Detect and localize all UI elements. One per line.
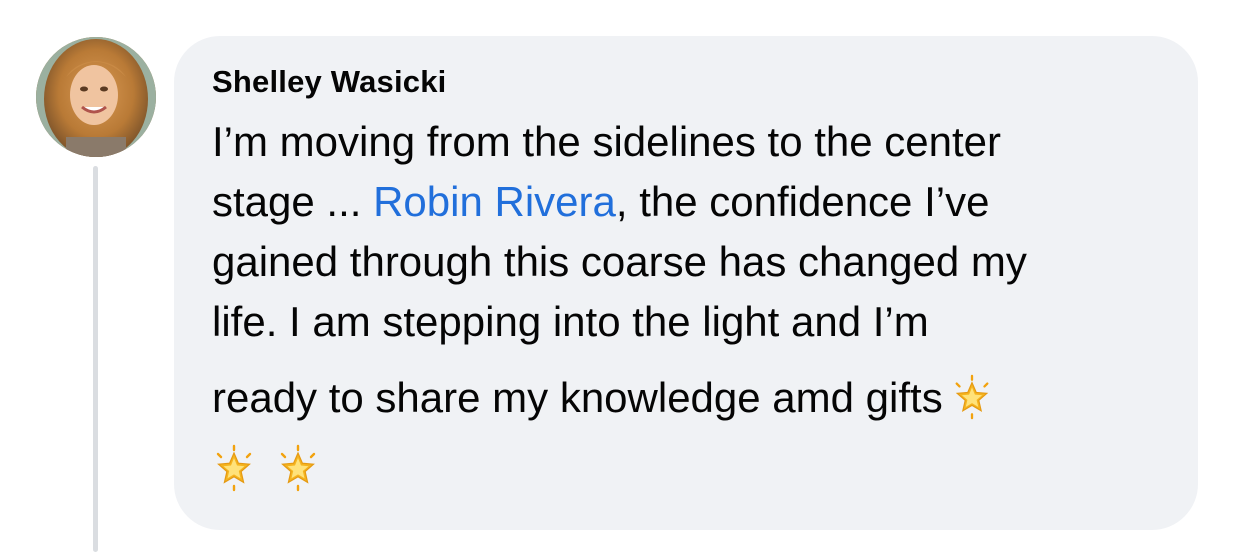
comment-text-segment: stage ... [212, 178, 374, 225]
profile-photo-icon [36, 37, 156, 157]
mention-link[interactable]: Robin Rivera [373, 178, 616, 225]
comment-text: I’m moving from the sidelines to the cen… [212, 112, 1182, 428]
glowing-star-icon [216, 444, 252, 492]
emoji-row [210, 444, 338, 492]
reply-thread-line [93, 166, 98, 552]
comment-line: gained through this coarse has changed m… [212, 238, 1027, 285]
comment-line: life. I am stepping into the light and I… [212, 298, 929, 345]
comment-line: I’m moving from the sidelines to the cen… [212, 118, 1002, 165]
glowing-star-icon [280, 444, 316, 492]
comment-line: stage ... Robin Rivera, the confidence I… [212, 172, 1182, 232]
comment-text-segment: , the confidence I’ve [615, 178, 990, 225]
comment-author-name[interactable]: Shelley Wasicki [212, 64, 446, 100]
glowing-star-icon [955, 374, 989, 420]
author-avatar[interactable] [36, 37, 156, 157]
comment-line: ready to share my knowledge amd gifts [212, 368, 1182, 428]
comment-text-segment: ready to share my knowledge amd gifts [212, 374, 943, 421]
